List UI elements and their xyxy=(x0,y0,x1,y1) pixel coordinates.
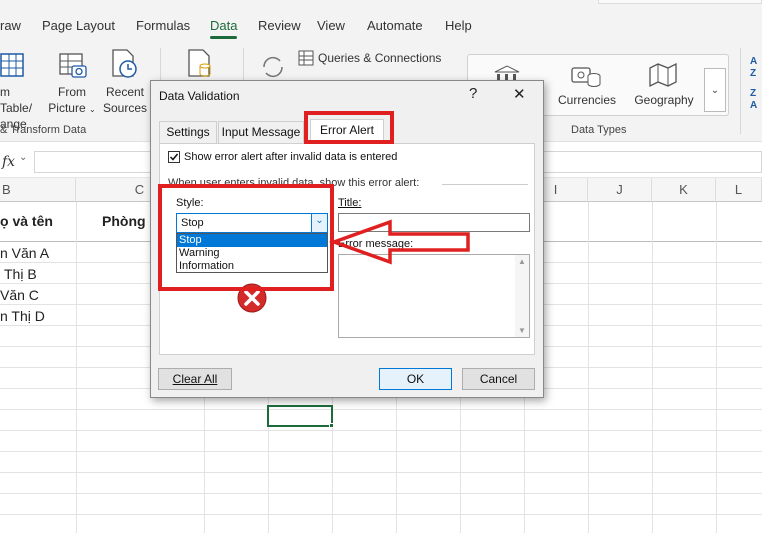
column-header-k[interactable]: K xyxy=(652,178,716,202)
gallery-more-button[interactable]: ⌄ xyxy=(704,68,726,112)
from-picture-line1: From xyxy=(58,85,86,99)
section-divider xyxy=(442,184,528,185)
gridline xyxy=(0,472,762,473)
currencies-button[interactable]: Currencies xyxy=(556,92,618,108)
tab-draw[interactable]: raw xyxy=(0,18,21,33)
table-row[interactable]: Văn C xyxy=(0,287,39,303)
gridline xyxy=(652,202,653,533)
chevron-down-icon: ⌄ xyxy=(710,85,720,96)
cell-b-header[interactable]: ọ và tên xyxy=(0,213,53,229)
tab-help[interactable]: Help xyxy=(445,18,472,33)
gridline xyxy=(588,202,589,533)
tab-automate[interactable]: Automate xyxy=(367,18,423,33)
column-header-b[interactable]: B xyxy=(0,178,76,202)
check-icon xyxy=(169,153,179,161)
recent-sources-line2: Sources xyxy=(102,101,148,115)
close-icon[interactable]: ✕ xyxy=(513,85,526,103)
queries-icon xyxy=(298,50,314,66)
group-get-transform-label: & Transform Data xyxy=(0,124,87,136)
title-label-text: Title: xyxy=(338,197,362,209)
show-alert-label: Show error alert after invalid data is e… xyxy=(184,151,398,163)
tab-input-message[interactable]: Input Message xyxy=(218,121,304,143)
chevron-down-icon[interactable]: ▼ xyxy=(518,326,526,335)
chevron-up-icon[interactable]: ▲ xyxy=(518,257,526,266)
tab-formulas[interactable]: Formulas xyxy=(136,18,190,33)
cell-c-header[interactable]: Phòng xyxy=(102,213,146,229)
highlight-style-dropdown xyxy=(158,184,334,291)
from-picture-label: Picture xyxy=(48,101,86,115)
scrollbar[interactable]: ▲ ▼ xyxy=(515,255,529,337)
recent-sources-line1: Recent xyxy=(105,85,145,99)
chevron-down-icon: ⌄ xyxy=(89,105,96,114)
error-message-textarea[interactable]: ▲ ▼ xyxy=(338,254,530,338)
clear-all-label: Clear All xyxy=(172,372,218,386)
highlight-error-alert-tab xyxy=(304,111,394,144)
existing-connections-icon xyxy=(188,49,211,77)
column-header-l[interactable]: L xyxy=(716,178,762,202)
table-icon xyxy=(0,53,24,77)
group-data-types-label: Data Types xyxy=(571,124,627,136)
fill-handle[interactable] xyxy=(329,423,334,428)
recent-sources-icon xyxy=(112,49,137,78)
fx-icon[interactable]: fx xyxy=(2,154,15,170)
gridline xyxy=(0,451,762,452)
from-table-line1: m Table/ xyxy=(0,85,33,115)
active-cell[interactable] xyxy=(267,405,333,427)
from-picture-button[interactable]: From Picture ⌄ xyxy=(46,84,98,118)
queries-connections-button[interactable]: Queries & Connections xyxy=(318,50,441,66)
gridline xyxy=(0,493,762,494)
tab-page-layout[interactable]: Page Layout xyxy=(42,18,115,33)
chevron-down-icon[interactable]: ⌄ xyxy=(19,152,27,163)
geography-button[interactable]: Geography xyxy=(632,92,696,108)
tab-view[interactable]: View xyxy=(317,18,345,33)
tab-settings[interactable]: Settings xyxy=(159,121,217,143)
sort-az-icon[interactable]: AZ xyxy=(750,56,757,80)
dialog-title: Data Validation xyxy=(159,89,240,103)
gridline xyxy=(0,430,762,431)
tab-data[interactable]: Data xyxy=(210,18,238,39)
gridline xyxy=(0,409,762,410)
group-separator xyxy=(740,48,741,134)
tab-review[interactable]: Review xyxy=(258,18,301,33)
from-picture-line2: Picture ⌄ xyxy=(46,100,98,118)
currencies-icon xyxy=(571,67,601,87)
table-row[interactable]: n Văn A xyxy=(0,245,49,261)
help-button[interactable]: ? xyxy=(469,85,477,102)
show-alert-checkbox[interactable] xyxy=(168,151,180,163)
table-row[interactable]: n Thị D xyxy=(0,308,45,324)
ribbon-tab-bar: raw Page Layout Formulas Data Review Vie… xyxy=(0,0,762,42)
clear-all-button[interactable]: Clear All xyxy=(158,368,232,390)
column-header-j[interactable]: J xyxy=(588,178,652,202)
sort-za-icon[interactable]: ZA xyxy=(750,88,757,112)
refresh-all-icon xyxy=(263,56,283,78)
cancel-button[interactable]: Cancel xyxy=(462,368,535,390)
gridline xyxy=(0,514,762,515)
title-label: Title: xyxy=(338,197,361,209)
ok-button[interactable]: OK xyxy=(379,368,452,390)
picture-icon xyxy=(59,53,87,78)
geography-icon xyxy=(649,62,677,88)
title-area-box xyxy=(598,0,762,4)
table-row[interactable]: Thị B xyxy=(4,266,37,282)
red-arrow-icon xyxy=(328,219,470,265)
recent-sources-button[interactable]: Recent Sources xyxy=(100,84,150,116)
gridline xyxy=(716,202,717,533)
